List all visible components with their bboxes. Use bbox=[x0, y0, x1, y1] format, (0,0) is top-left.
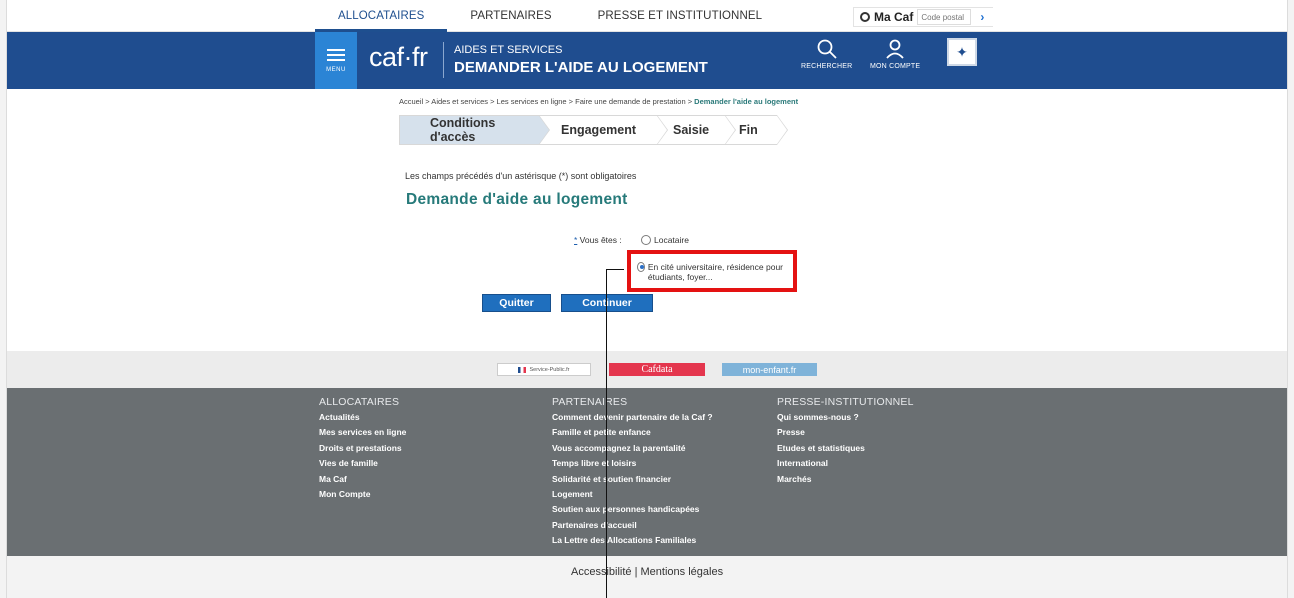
footer-link[interactable]: Logement bbox=[552, 487, 713, 502]
footer-link[interactable]: Mes services en ligne bbox=[319, 425, 406, 440]
search-label: RECHERCHER bbox=[801, 63, 853, 70]
user-icon bbox=[886, 39, 904, 59]
caf-logo[interactable]: caf·fr bbox=[369, 42, 428, 73]
legal-notice-link[interactable]: Mentions légales bbox=[641, 566, 724, 578]
highlight-box bbox=[627, 250, 797, 292]
breadcrumb-current: Demander l'aide au logement bbox=[694, 97, 799, 106]
footer-column-allocataires: ALLOCATAIRES Actualités Mes services en … bbox=[319, 396, 406, 502]
footer-link[interactable]: Famille et petite enfance bbox=[552, 425, 713, 440]
account-label: MON COMPTE bbox=[870, 63, 921, 70]
legal-bar: Accessibilité | Mentions légales bbox=[7, 556, 1287, 598]
postal-code-input[interactable] bbox=[917, 9, 972, 25]
header-divider bbox=[443, 42, 444, 78]
question-text: Vous êtes : bbox=[577, 235, 622, 245]
footer-column-partenaires: PARTENAIRES Comment devenir partenaire d… bbox=[552, 396, 713, 549]
footer-link[interactable]: Actualités bbox=[319, 410, 406, 425]
footer-link[interactable]: Qui sommes-nous ? bbox=[777, 410, 914, 425]
legal-separator: | bbox=[634, 566, 638, 578]
breadcrumb: Accueil > Aides et services > Les servic… bbox=[399, 97, 798, 106]
step-conditions-acces: Conditions d'accès bbox=[399, 115, 550, 145]
footer-link[interactable]: Temps libre et loisirs bbox=[552, 456, 713, 471]
republique-francaise-logo: ✦ bbox=[947, 38, 977, 66]
continue-button[interactable]: Continuer bbox=[561, 294, 653, 312]
footer-link[interactable]: Vous accompagnez la parentalité bbox=[552, 441, 713, 456]
section-label: AIDES ET SERVICES bbox=[454, 44, 563, 56]
footer-link[interactable]: Partenaires d'accueil bbox=[552, 518, 713, 533]
ma-caf-label: Ma Caf bbox=[874, 10, 914, 24]
footer-link[interactable]: Comment devenir partenaire de la Caf ? bbox=[552, 410, 713, 425]
tab-presse-institutionnel[interactable]: PRESSE ET INSTITUTIONNEL bbox=[575, 0, 786, 32]
footer-link[interactable]: Solidarité et soutien financier bbox=[552, 472, 713, 487]
step-label: Saisie bbox=[673, 123, 710, 137]
step-label: Fin bbox=[739, 123, 758, 137]
step-engagement: Engagement bbox=[539, 115, 668, 145]
annotation-line bbox=[606, 269, 624, 270]
page-frame: ALLOCATAIRES PARTENAIRES PRESSE ET INSTI… bbox=[6, 0, 1288, 598]
hamburger-icon bbox=[327, 48, 345, 51]
footer-link[interactable]: Etudes et statistiques bbox=[777, 441, 914, 456]
breadcrumb-path[interactable]: Accueil > Aides et services > Les servic… bbox=[399, 97, 694, 106]
french-flag-icon bbox=[518, 366, 527, 373]
search-icon bbox=[817, 39, 837, 59]
option-label: Locataire bbox=[654, 235, 689, 245]
tab-partenaires[interactable]: PARTENAIRES bbox=[447, 0, 574, 32]
accessibility-link[interactable]: Accessibilité bbox=[571, 566, 632, 578]
option-locataire[interactable]: Locataire bbox=[641, 235, 689, 245]
footer-heading[interactable]: PRESSE-INSTITUTIONNEL bbox=[777, 396, 914, 408]
annotation-line bbox=[606, 269, 607, 598]
menu-button[interactable]: MENU bbox=[315, 32, 357, 89]
mon-enfant-link[interactable]: mon-enfant.fr bbox=[722, 363, 817, 376]
quit-button[interactable]: Quitter bbox=[482, 294, 551, 312]
footer-heading[interactable]: ALLOCATAIRES bbox=[319, 396, 406, 408]
step-label: Engagement bbox=[561, 123, 637, 137]
footer-link[interactable]: La Lettre des Allocations Familiales bbox=[552, 533, 713, 548]
footer-link[interactable]: Ma Caf bbox=[319, 472, 406, 487]
site-header: MENU caf·fr AIDES ET SERVICES DEMANDER L… bbox=[7, 32, 1287, 89]
step-label: Conditions d'accès bbox=[430, 116, 496, 144]
question-label: * Vous êtes : bbox=[574, 235, 622, 245]
account-button[interactable]: MON COMPTE bbox=[870, 38, 920, 70]
form-title: Demande d'aide au logement bbox=[406, 191, 628, 208]
page-title: DEMANDER L'AIDE AU LOGEMENT bbox=[454, 59, 708, 76]
site-footer: ALLOCATAIRES Actualités Mes services en … bbox=[7, 388, 1287, 556]
footer-link[interactable]: Soutien aux personnes handicapées bbox=[552, 502, 713, 517]
tab-allocataires[interactable]: ALLOCATAIRES bbox=[315, 0, 448, 32]
footer-link[interactable]: Marchés bbox=[777, 472, 914, 487]
footer-link[interactable]: Droits et prestations bbox=[319, 441, 406, 456]
menu-label: MENU bbox=[326, 66, 346, 73]
footer-link[interactable]: Presse bbox=[777, 425, 914, 440]
required-fields-note: Les champs précédés d'un astérisque (*) … bbox=[405, 171, 637, 181]
cafdata-link[interactable]: Cafdata bbox=[609, 363, 705, 376]
location-pin-icon bbox=[860, 12, 870, 22]
footer-heading[interactable]: PARTENAIRES bbox=[552, 396, 713, 408]
postal-go-button[interactable]: › bbox=[975, 9, 989, 25]
footer-column-presse: PRESSE-INSTITUTIONNEL Qui sommes-nous ? … bbox=[777, 396, 914, 487]
main-content: Accueil > Aides et services > Les servic… bbox=[7, 89, 1287, 351]
footer-link[interactable]: Mon Compte bbox=[319, 487, 406, 502]
ma-caf-widget: Ma Caf › bbox=[853, 7, 994, 27]
footer-link[interactable]: Vies de famille bbox=[319, 456, 406, 471]
radio-locataire[interactable] bbox=[641, 235, 651, 245]
service-public-link[interactable]: Service-Public.fr bbox=[497, 363, 591, 376]
progress-steps: Conditions d'accès Engagement Saisie Fin bbox=[399, 115, 788, 145]
top-navigation: ALLOCATAIRES PARTENAIRES PRESSE ET INSTI… bbox=[7, 0, 1287, 32]
partners-strip: Service-Public.fr Cafdata mon-enfant.fr bbox=[7, 351, 1287, 388]
search-button[interactable]: RECHERCHER bbox=[801, 38, 852, 70]
footer-link[interactable]: International bbox=[777, 456, 914, 471]
